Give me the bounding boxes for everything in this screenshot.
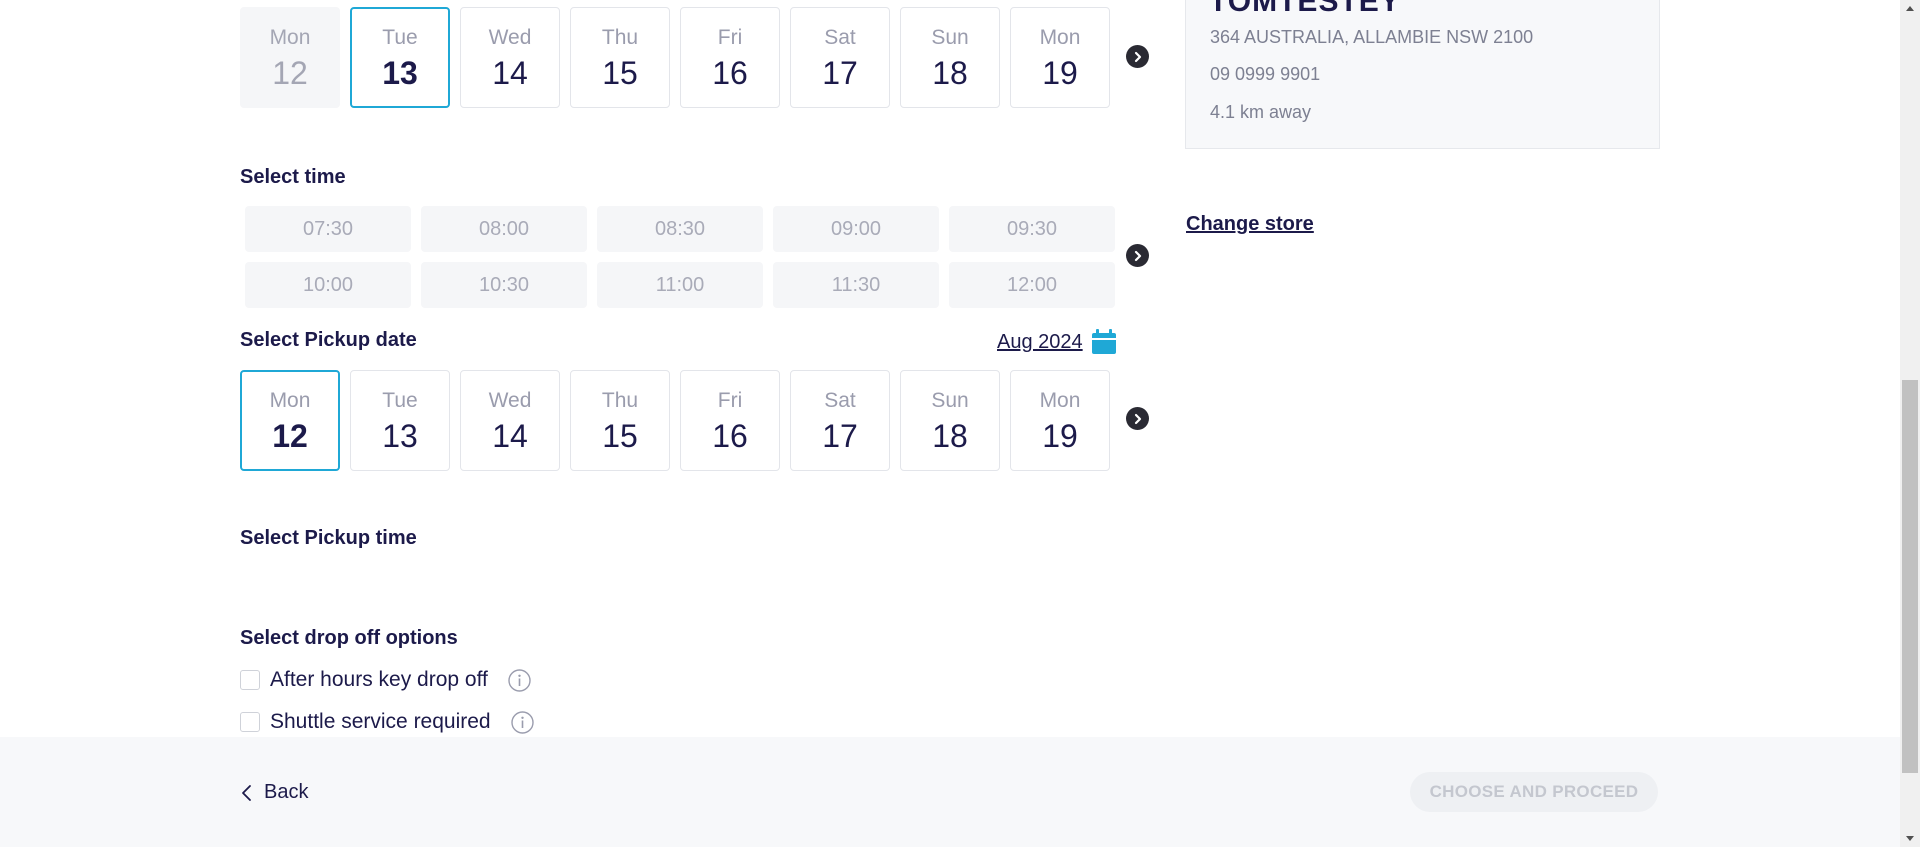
day-card[interactable]: Wed 14 <box>460 370 560 471</box>
day-card[interactable]: Mon 19 <box>1010 7 1110 108</box>
choose-and-proceed-button[interactable]: CHOOSE AND PROCEED <box>1410 772 1658 812</box>
day-name: Mon <box>1039 25 1081 49</box>
day-number: 12 <box>272 417 308 454</box>
day-name: Sun <box>931 25 969 49</box>
day-number: 18 <box>932 54 968 91</box>
day-number: 13 <box>382 54 418 91</box>
back-label: Back <box>264 781 309 803</box>
time-slot: 08:00 <box>421 206 587 252</box>
chevron-left-icon <box>242 784 251 801</box>
day-card[interactable]: Wed 14 <box>460 7 560 108</box>
day-card[interactable]: Thu 15 <box>570 7 670 108</box>
day-card[interactable]: Sat 17 <box>790 7 890 108</box>
time-slot: 08:30 <box>597 206 763 252</box>
calendar-icon[interactable] <box>1091 329 1117 355</box>
dropoff-option: Shuttle service required <box>240 710 534 734</box>
day-number: 19 <box>1042 54 1078 91</box>
info-icon[interactable] <box>510 710 534 734</box>
day-card[interactable]: Tue 13 <box>350 370 450 471</box>
month-link[interactable]: Aug 2024 <box>997 331 1083 354</box>
day-name: Mon <box>269 388 311 412</box>
day-name: Tue <box>382 388 418 412</box>
day-card[interactable]: Thu 15 <box>570 370 670 471</box>
day-name: Sun <box>931 388 969 412</box>
day-number: 19 <box>1042 417 1078 454</box>
day-name: Sat <box>824 388 856 412</box>
pickup-day-strip: Mon 12 Tue 13 Wed 14 Thu 15 Fri 16 Sat 1… <box>240 370 1110 471</box>
day-number: 15 <box>602 54 638 91</box>
day-card[interactable]: Fri 16 <box>680 370 780 471</box>
day-name: Sat <box>824 25 856 49</box>
dropoff-option: After hours key drop off <box>240 668 531 692</box>
day-number: 14 <box>492 54 528 91</box>
day-number: 14 <box>492 417 528 454</box>
store-card: TOMTESTEY 364 AUSTRALIA, ALLAMBIE NSW 21… <box>1185 0 1660 149</box>
day-name: Wed <box>488 388 532 412</box>
back-button[interactable]: Back <box>240 781 308 804</box>
day-card[interactable]: Sun 18 <box>900 370 1000 471</box>
option-label: After hours key drop off <box>270 668 488 691</box>
day-name: Tue <box>382 25 418 49</box>
chevron-right-circle-icon[interactable] <box>1126 45 1149 68</box>
day-card: Mon 12 <box>240 7 340 108</box>
footer-bar: Back CHOOSE AND PROCEED <box>0 737 1900 847</box>
day-card[interactable]: Sun 18 <box>900 7 1000 108</box>
dropoff-day-strip: Mon 12 Tue 13 Wed 14 Thu 15 Fri 16 Sat 1… <box>240 7 1110 108</box>
day-number: 16 <box>712 417 748 454</box>
store-distance: 4.1 km away <box>1210 102 1312 122</box>
after-hours-checkbox[interactable] <box>240 670 260 690</box>
day-name: Fri <box>717 388 743 412</box>
day-card[interactable]: Tue 13 <box>350 7 450 108</box>
select-pickup-date-title: Select Pickup date <box>240 329 417 351</box>
scroll-up-arrow-icon[interactable] <box>1900 0 1920 17</box>
day-number: 12 <box>272 54 308 91</box>
vertical-scrollbar[interactable] <box>1900 0 1920 847</box>
time-slot: 11:00 <box>597 262 763 308</box>
time-slot: 11:30 <box>773 262 939 308</box>
day-number: 13 <box>382 417 418 454</box>
store-name: TOMTESTEY <box>1209 0 1401 18</box>
change-store-link[interactable]: Change store <box>1186 213 1314 236</box>
chevron-right-circle-icon[interactable] <box>1126 244 1149 267</box>
info-icon[interactable] <box>508 668 531 692</box>
chevron-right-circle-icon[interactable] <box>1126 407 1149 430</box>
time-slot-grid: 07:30 08:00 08:30 09:00 09:30 10:00 10:3… <box>245 206 1115 308</box>
time-slot: 12:00 <box>949 262 1115 308</box>
day-card[interactable]: Fri 16 <box>680 7 780 108</box>
time-slot: 09:30 <box>949 206 1115 252</box>
time-slot: 10:00 <box>245 262 411 308</box>
shuttle-checkbox[interactable] <box>240 712 260 732</box>
day-number: 18 <box>932 417 968 454</box>
select-time-title: Select time <box>240 166 346 188</box>
day-number: 17 <box>822 54 858 91</box>
month-selector[interactable]: Aug 2024 <box>997 329 1117 355</box>
day-card[interactable]: Sat 17 <box>790 370 890 471</box>
dropoff-options-title: Select drop off options <box>240 627 458 649</box>
store-address: 364 AUSTRALIA, ALLAMBIE NSW 2100 <box>1210 27 1534 47</box>
day-name: Fri <box>717 25 743 49</box>
store-phone: 09 0999 9901 <box>1210 64 1321 84</box>
day-number: 16 <box>712 54 748 91</box>
time-slot: 07:30 <box>245 206 411 252</box>
day-number: 15 <box>602 417 638 454</box>
day-card[interactable]: Mon 12 <box>240 370 340 471</box>
scrollbar-thumb[interactable] <box>1902 380 1918 773</box>
day-name: Mon <box>1039 388 1081 412</box>
option-label: Shuttle service required <box>270 710 491 733</box>
select-pickup-time-title: Select Pickup time <box>240 527 417 549</box>
time-slot: 09:00 <box>773 206 939 252</box>
day-name: Wed <box>488 25 532 49</box>
day-name: Mon <box>269 25 311 49</box>
time-slot: 10:30 <box>421 262 587 308</box>
day-number: 17 <box>822 417 858 454</box>
scroll-down-arrow-icon[interactable] <box>1900 830 1920 847</box>
day-name: Thu <box>601 25 639 49</box>
day-card[interactable]: Mon 19 <box>1010 370 1110 471</box>
day-name: Thu <box>601 388 639 412</box>
